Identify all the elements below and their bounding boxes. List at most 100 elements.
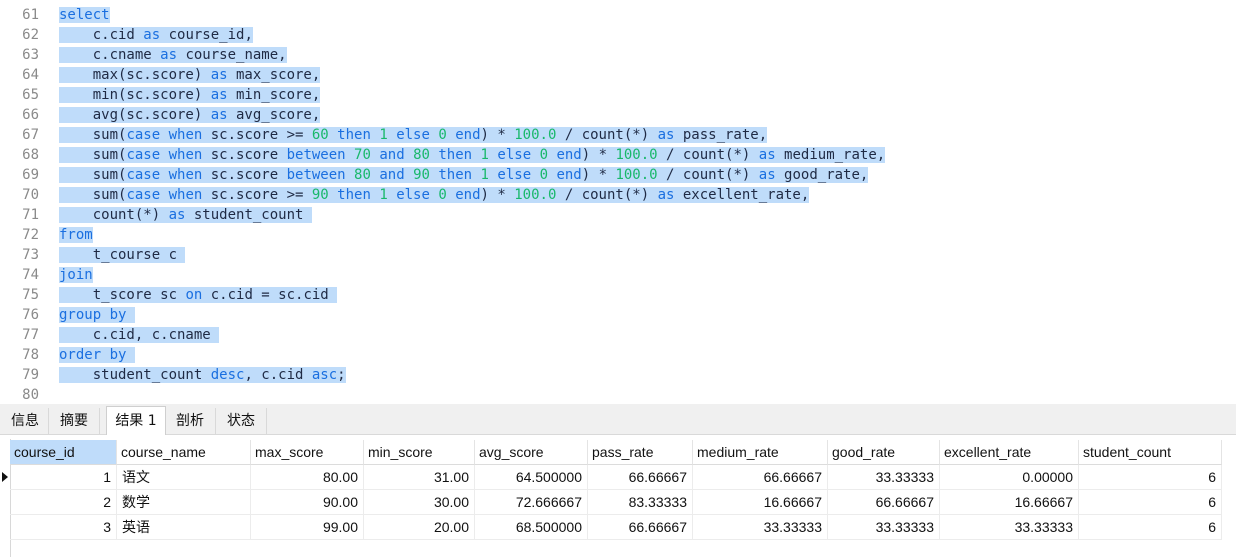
code-line[interactable]: 80 (0, 385, 1236, 405)
table-cell[interactable]: 72.666667 (475, 490, 588, 515)
table-cell[interactable]: 3 (10, 515, 117, 540)
table-cell[interactable]: 68.500000 (475, 515, 588, 540)
line-number: 75 (22, 287, 39, 303)
sql-keyword: else (497, 147, 532, 163)
code-text[interactable]: sum(case when sc.score >= 60 then 1 else… (59, 125, 768, 145)
sql-number: 100.0 (514, 127, 557, 143)
table-cell[interactable]: 33.33333 (828, 465, 940, 490)
tab-result-1[interactable]: 结果 1 (106, 406, 166, 436)
code-line[interactable]: 69 sum(case when sc.score between 80 and… (0, 165, 1236, 185)
code-line[interactable]: 65 min(sc.score) as min_score, (0, 85, 1236, 105)
table-cell[interactable]: 64.500000 (475, 465, 588, 490)
code-line[interactable]: 62 c.cid as course_id, (0, 25, 1236, 45)
sql-number: 100.0 (514, 187, 557, 203)
code-line[interactable]: 77 c.cid, c.cname (0, 325, 1236, 345)
code-text[interactable]: min(sc.score) as min_score, (59, 85, 321, 105)
sql-token: t_course c (59, 247, 186, 263)
code-line[interactable]: 75 t_score sc on c.cid = sc.cid (0, 285, 1236, 305)
line-number: 76 (22, 307, 39, 323)
code-text[interactable]: c.cid, c.cname (59, 325, 220, 345)
code-line[interactable]: 63 c.cname as course_name, (0, 45, 1236, 65)
code-line[interactable]: 67 sum(case when sc.score >= 60 then 1 e… (0, 125, 1236, 145)
code-line[interactable]: 70 sum(case when sc.score >= 90 then 1 e… (0, 185, 1236, 205)
column-header-pass-rate[interactable]: pass_rate (588, 440, 693, 465)
code-text[interactable]: sum(case when sc.score between 80 and 90… (59, 165, 869, 185)
table-cell[interactable]: 6 (1079, 465, 1222, 490)
tab-summary[interactable]: 摘要 (49, 408, 100, 434)
table-cell[interactable]: 90.00 (251, 490, 364, 515)
code-text[interactable]: from (59, 225, 93, 245)
column-header-excellent-rate[interactable]: excellent_rate (940, 440, 1079, 465)
code-line[interactable]: 72 from (0, 225, 1236, 245)
code-text[interactable]: c.cname as course_name, (59, 45, 287, 65)
code-line[interactable]: 71 count(*) as student_count (0, 205, 1236, 225)
table-cell[interactable]: 66.66667 (693, 465, 828, 490)
sql-token: sc.score (202, 147, 287, 163)
code-line[interactable]: 76 group by (0, 305, 1236, 325)
table-cell[interactable]: 30.00 (364, 490, 475, 515)
selection-highlight: sum(case when sc.score between 80 and 90… (59, 167, 869, 183)
column-header-student-count[interactable]: student_count (1079, 440, 1222, 465)
column-header-course-name[interactable]: course_name (117, 440, 251, 465)
sql-keyword: then (337, 187, 371, 203)
table-cell[interactable]: 80.00 (251, 465, 364, 490)
table-cell[interactable]: 66.66667 (588, 515, 693, 540)
selection-highlight: count(*) as student_count (59, 207, 312, 223)
table-cell[interactable]: 2 (10, 490, 117, 515)
table-cell[interactable]: 99.00 (251, 515, 364, 540)
sql-token: pass_rate, (674, 127, 768, 143)
table-cell[interactable]: 16.66667 (940, 490, 1079, 515)
table-cell[interactable]: 66.66667 (828, 490, 940, 515)
code-text[interactable]: join (59, 265, 93, 285)
sql-number: 0 (438, 127, 447, 143)
code-text[interactable]: c.cid as course_id, (59, 25, 253, 45)
code-text[interactable]: t_course c (59, 245, 186, 265)
code-line[interactable]: 64 max(sc.score) as max_score, (0, 65, 1236, 85)
code-line[interactable]: 74 join (0, 265, 1236, 285)
code-line[interactable]: 73 t_course c (0, 245, 1236, 265)
code-text[interactable]: t_score sc on c.cid = sc.cid (59, 285, 338, 305)
table-cell[interactable]: 83.33333 (588, 490, 693, 515)
code-text[interactable]: group by (59, 305, 135, 325)
table-cell[interactable]: 20.00 (364, 515, 475, 540)
code-text[interactable]: order by (59, 345, 135, 365)
results-grid[interactable]: course_id course_name max_score min_score av… (0, 435, 1236, 557)
sql-editor[interactable]: 61 select 62 c.cid as course_id, 63 c.cname… (0, 0, 1236, 404)
table-cell[interactable]: 33.33333 (693, 515, 828, 540)
code-line[interactable]: 78 order by (0, 345, 1236, 365)
table-cell[interactable]: 33.33333 (828, 515, 940, 540)
code-text[interactable]: max(sc.score) as max_score, (59, 65, 321, 85)
code-text[interactable]: student_count desc, c.cid asc; (59, 365, 346, 385)
column-header-good-rate[interactable]: good_rate (828, 440, 940, 465)
current-row-pointer-icon (2, 472, 8, 482)
table-cell[interactable]: 31.00 (364, 465, 475, 490)
column-header-avg-score[interactable]: avg_score (475, 440, 588, 465)
code-text[interactable]: avg(sc.score) as avg_score, (59, 105, 321, 125)
table-cell[interactable]: 1 (10, 465, 117, 490)
code-line[interactable]: 66 avg(sc.score) as avg_score, (0, 105, 1236, 125)
table-cell[interactable]: 语文 (117, 465, 251, 490)
table-cell[interactable]: 0.00000 (940, 465, 1079, 490)
column-header-min-score[interactable]: min_score (364, 440, 475, 465)
code-line[interactable]: 61 select (0, 5, 1236, 25)
table-cell[interactable]: 6 (1079, 515, 1222, 540)
code-text[interactable]: sum(case when sc.score between 70 and 80… (59, 145, 886, 165)
tab-status[interactable]: 状态 (216, 408, 267, 434)
code-text[interactable]: sum(case when sc.score >= 90 then 1 else… (59, 185, 810, 205)
code-text[interactable]: count(*) as student_count (59, 205, 312, 225)
table-cell[interactable]: 33.33333 (940, 515, 1079, 540)
table-cell[interactable]: 英语 (117, 515, 251, 540)
code-line[interactable]: 68 sum(case when sc.score between 70 and… (0, 145, 1236, 165)
column-header-max-score[interactable]: max_score (251, 440, 364, 465)
column-header-course-id[interactable]: course_id (10, 440, 117, 465)
line-number: 61 (22, 7, 39, 23)
table-cell[interactable]: 66.66667 (588, 465, 693, 490)
column-header-medium-rate[interactable]: medium_rate (693, 440, 828, 465)
table-cell[interactable]: 16.66667 (693, 490, 828, 515)
code-text[interactable]: select (59, 5, 110, 25)
code-line[interactable]: 79 student_count desc, c.cid asc; (0, 365, 1236, 385)
tab-profile[interactable]: 剖析 (165, 408, 216, 434)
table-cell[interactable]: 数学 (117, 490, 251, 515)
table-cell[interactable]: 6 (1079, 490, 1222, 515)
tab-info[interactable]: 信息 (2, 408, 49, 434)
